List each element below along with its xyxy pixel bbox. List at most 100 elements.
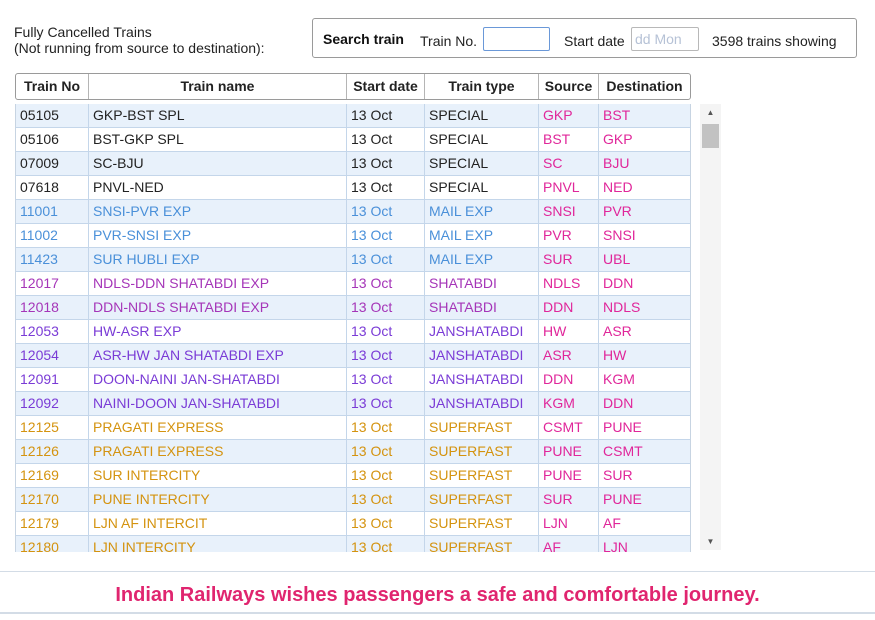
table-row[interactable]: 07618 PNVL-NED 13 Oct SPECIAL PNVL NED (16, 176, 690, 200)
cell-start-date: 13 Oct (347, 152, 425, 175)
cell-train-type: JANSHATABDI (425, 368, 539, 391)
cell-destination: SNSI (603, 227, 636, 243)
column-header-train-name[interactable]: Train name (89, 74, 347, 99)
table-row[interactable]: 11002 PVR-SNSI EXP 13 Oct MAIL EXP PVR SNSI (16, 224, 690, 248)
cell-start-date: 13 Oct (347, 488, 425, 511)
cell-train-no: 12169 (16, 464, 89, 487)
table-row[interactable]: 12018 DDN-NDLS SHATABDI EXP 13 Oct SHATABDI… (16, 296, 690, 320)
table-row[interactable]: 12053 HW-ASR EXP 13 Oct JANSHATABDI HW ASR (16, 320, 690, 344)
column-header-start-date[interactable]: Start date (347, 74, 425, 99)
table-row[interactable]: 12179 LJN AF INTERCIT 13 Oct SUPERFAST LJN AF (16, 512, 690, 536)
cell-source: GKP (539, 104, 599, 127)
cell-train-type: SPECIAL (425, 152, 539, 175)
cell-source: PUNE (539, 464, 599, 487)
table-row[interactable]: 05105 GKP-BST SPL 13 Oct SPECIAL GKP BST (16, 104, 690, 128)
table-row[interactable]: 11423 SUR HUBLI EXP 13 Oct MAIL EXP SUR UBL (16, 248, 690, 272)
cell-train-no: 12053 (16, 320, 89, 343)
start-date-label: Start date (564, 33, 625, 49)
search-train-panel: Search train Train No. Start date 3598 t… (312, 18, 857, 58)
cell-train-no: 07009 (16, 152, 89, 175)
table-row[interactable]: 12017 NDLS-DDN SHATABDI EXP 13 Oct SHATABDI… (16, 272, 690, 296)
cell-train-no: 12126 (16, 440, 89, 463)
cell-train-no: 12054 (16, 344, 89, 367)
triangle-down-icon[interactable]: ▼ (700, 533, 721, 550)
cell-train-type: SUPERFAST (425, 536, 539, 552)
scrollbar-thumb[interactable] (702, 124, 719, 148)
footer-banner: Indian Railways wishes passengers a safe… (0, 571, 875, 614)
table-row[interactable]: 07009 SC-BJU 13 Oct SPECIAL SC BJU (16, 152, 690, 176)
table-row[interactable]: 05106 BST-GKP SPL 13 Oct SPECIAL BST GKP (16, 128, 690, 152)
cell-start-date: 13 Oct (347, 128, 425, 151)
cell-train-no: 12179 (16, 512, 89, 535)
cell-train-name: DOON-NAINI JAN-SHATABDI (89, 368, 347, 391)
cell-train-name: PVR-SNSI EXP (89, 224, 347, 247)
cell-train-type: MAIL EXP (425, 248, 539, 271)
cell-source: DDN (539, 296, 599, 319)
cell-destination: LJN (603, 539, 628, 552)
cell-start-date: 13 Oct (347, 224, 425, 247)
cell-source: BST (539, 128, 599, 151)
cell-start-date: 13 Oct (347, 176, 425, 199)
cell-train-type: SUPERFAST (425, 512, 539, 535)
cell-source: SUR (539, 488, 599, 511)
cell-start-date: 13 Oct (347, 248, 425, 271)
cell-destination: UBL (603, 251, 631, 267)
cell-train-name: HW-ASR EXP (89, 320, 347, 343)
table-row[interactable]: 11001 SNSI-PVR EXP 13 Oct MAIL EXP SNSI PVR (16, 200, 690, 224)
cell-destination: CSMT (603, 443, 643, 459)
cell-train-name: PRAGATI EXPRESS (89, 440, 347, 463)
cell-source: PUNE (539, 440, 599, 463)
cell-destination: NDLS (603, 299, 641, 315)
cell-destination: HW (603, 347, 627, 363)
column-header-train-no[interactable]: Train No (16, 74, 89, 99)
cell-train-name: NDLS-DDN SHATABDI EXP (89, 272, 347, 295)
trains-table-body: 05105 GKP-BST SPL 13 Oct SPECIAL GKP BST 05106… (15, 104, 691, 552)
cell-train-name: ASR-HW JAN SHATABDI EXP (89, 344, 347, 367)
column-header-source[interactable]: Source (539, 74, 599, 99)
cell-train-type: SUPERFAST (425, 440, 539, 463)
cell-start-date: 13 Oct (347, 464, 425, 487)
cell-start-date: 13 Oct (347, 296, 425, 319)
cell-train-type: SPECIAL (425, 176, 539, 199)
cell-source: PNVL (539, 176, 599, 199)
cell-train-no: 11001 (16, 200, 89, 223)
cell-source: ASR (539, 344, 599, 367)
start-date-input[interactable] (631, 27, 699, 51)
train-no-input[interactable] (483, 27, 550, 51)
cell-start-date: 13 Oct (347, 104, 425, 127)
triangle-up-icon[interactable]: ▲ (700, 104, 721, 121)
table-row[interactable]: 12125 PRAGATI EXPRESS 13 Oct SUPERFAST CSMT P… (16, 416, 690, 440)
table-row[interactable]: 12054 ASR-HW JAN SHATABDI EXP 13 Oct JANSHA… (16, 344, 690, 368)
cell-train-type: JANSHATABDI (425, 344, 539, 367)
cell-start-date: 13 Oct (347, 440, 425, 463)
cell-train-name: BST-GKP SPL (89, 128, 347, 151)
cell-train-name: SNSI-PVR EXP (89, 200, 347, 223)
table-row[interactable]: 12169 SUR INTERCITY 13 Oct SUPERFAST PUNE SUR (16, 464, 690, 488)
cell-train-no: 12092 (16, 392, 89, 415)
cell-train-type: SPECIAL (425, 128, 539, 151)
table-row[interactable]: 12126 PRAGATI EXPRESS 13 Oct SUPERFAST PUNE C… (16, 440, 690, 464)
table-row[interactable]: 12091 DOON-NAINI JAN-SHATABDI 13 Oct JANSHA… (16, 368, 690, 392)
cell-start-date: 13 Oct (347, 392, 425, 415)
cell-train-no: 11002 (16, 224, 89, 247)
cell-train-no: 12125 (16, 416, 89, 439)
cell-destination: GKP (603, 131, 633, 147)
cell-train-name: SUR INTERCITY (89, 464, 347, 487)
column-header-destination[interactable]: Destination (599, 74, 690, 99)
cell-train-type: SUPERFAST (425, 488, 539, 511)
cell-destination: BJU (603, 155, 630, 171)
cell-train-type: JANSHATABDI (425, 320, 539, 343)
table-row[interactable]: 12092 NAINI-DOON JAN-SHATABDI 13 Oct JANSHA… (16, 392, 690, 416)
cell-train-name: SC-BJU (89, 152, 347, 175)
table-scrollbar[interactable]: ▲ ▼ (700, 104, 721, 550)
cell-start-date: 13 Oct (347, 320, 425, 343)
cell-source: SUR (539, 248, 599, 271)
cell-train-type: JANSHATABDI (425, 392, 539, 415)
cell-destination: KGM (603, 371, 635, 387)
cell-source: LJN (539, 512, 599, 535)
cell-train-name: LJN AF INTERCIT (89, 512, 347, 535)
table-row[interactable]: 12170 PUNE INTERCITY 13 Oct SUPERFAST SUR PUN… (16, 488, 690, 512)
column-header-train-type[interactable]: Train type (425, 74, 539, 99)
table-row[interactable]: 12180 LJN INTERCITY 13 Oct SUPERFAST AF LJN (16, 536, 690, 552)
cell-destination: SUR (603, 467, 633, 483)
